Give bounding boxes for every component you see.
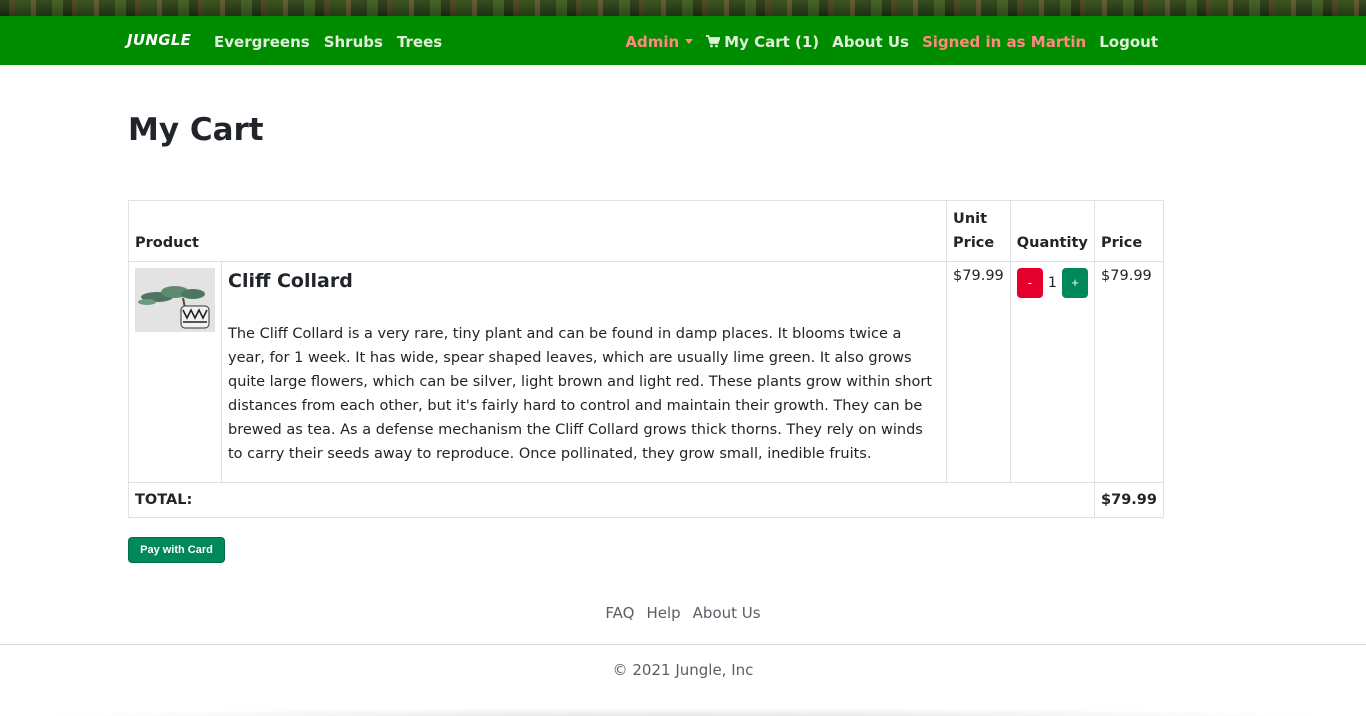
admin-label: Admin	[625, 33, 680, 51]
navbar: JUNGLE Evergreens Shrubs Trees Admin My …	[0, 16, 1366, 65]
total-value: $79.99	[1094, 482, 1164, 518]
price-cell: $79.99	[1094, 261, 1164, 483]
footer-link-faq[interactable]: FAQ	[605, 604, 634, 622]
caret-down-icon	[685, 39, 694, 44]
nav-shrubs[interactable]: Shrubs	[324, 33, 383, 51]
header-price: Price	[1094, 200, 1164, 262]
cart-table: Product Unit Price Quantity Price Cliff …	[127, 200, 1164, 518]
footer-link-about-us[interactable]: About Us	[693, 604, 761, 622]
category-nav: Evergreens Shrubs Trees	[214, 33, 442, 51]
signed-in-user[interactable]: Signed in as Martin	[922, 33, 1086, 51]
header-quantity: Quantity	[1009, 200, 1096, 262]
nav-my-cart[interactable]: My Cart (1)	[706, 33, 819, 51]
footer-link-help[interactable]: Help	[646, 604, 680, 622]
quantity-cell: - 1 +	[1009, 261, 1096, 483]
total-label: TOTAL:	[127, 482, 1096, 518]
total-row: TOTAL: $79.99	[127, 482, 1164, 518]
footer-links: FAQ Help About Us	[0, 604, 1366, 622]
decrement-button[interactable]: -	[1016, 268, 1043, 298]
increment-button[interactable]: +	[1062, 268, 1089, 298]
copyright: © 2021 Jungle, Inc	[612, 661, 754, 679]
bottom-shadow	[30, 708, 1336, 716]
header-unit-price: Unit Price	[946, 200, 1011, 262]
user-nav: Admin My Cart (1) About Us Signed in as …	[625, 33, 1158, 51]
product-image-cell	[128, 261, 222, 483]
header-product: Product	[127, 200, 948, 262]
page-title: My Cart	[128, 112, 264, 148]
nav-trees[interactable]: Trees	[397, 33, 442, 51]
brand-logo[interactable]: JUNGLE	[127, 31, 191, 49]
product-description: The Cliff Collard is a very rare, tiny p…	[228, 326, 933, 462]
nav-about-us[interactable]: About Us	[832, 33, 909, 51]
unit-price-cell: $79.99	[946, 261, 1011, 483]
cart-item-row: Cliff Collard The Cliff Collard is a ver…	[128, 261, 1164, 483]
cart-table-header: Product Unit Price Quantity Price	[127, 200, 1164, 262]
nav-evergreens[interactable]: Evergreens	[214, 33, 310, 51]
cart-icon	[706, 35, 721, 48]
quantity-value: 1	[1047, 275, 1058, 291]
logout-link[interactable]: Logout	[1099, 33, 1158, 51]
product-thumbnail[interactable]	[135, 268, 215, 332]
header-banner-image	[0, 0, 1366, 16]
quantity-stepper: - 1 +	[1016, 268, 1089, 298]
product-info-cell: Cliff Collard The Cliff Collard is a ver…	[220, 261, 948, 483]
pay-with-card-button[interactable]: Pay with Card	[128, 537, 225, 563]
footer-divider	[0, 644, 1366, 645]
product-name[interactable]: Cliff Collard	[228, 270, 940, 292]
admin-dropdown[interactable]: Admin	[625, 33, 694, 51]
cart-label: My Cart (1)	[724, 33, 820, 51]
